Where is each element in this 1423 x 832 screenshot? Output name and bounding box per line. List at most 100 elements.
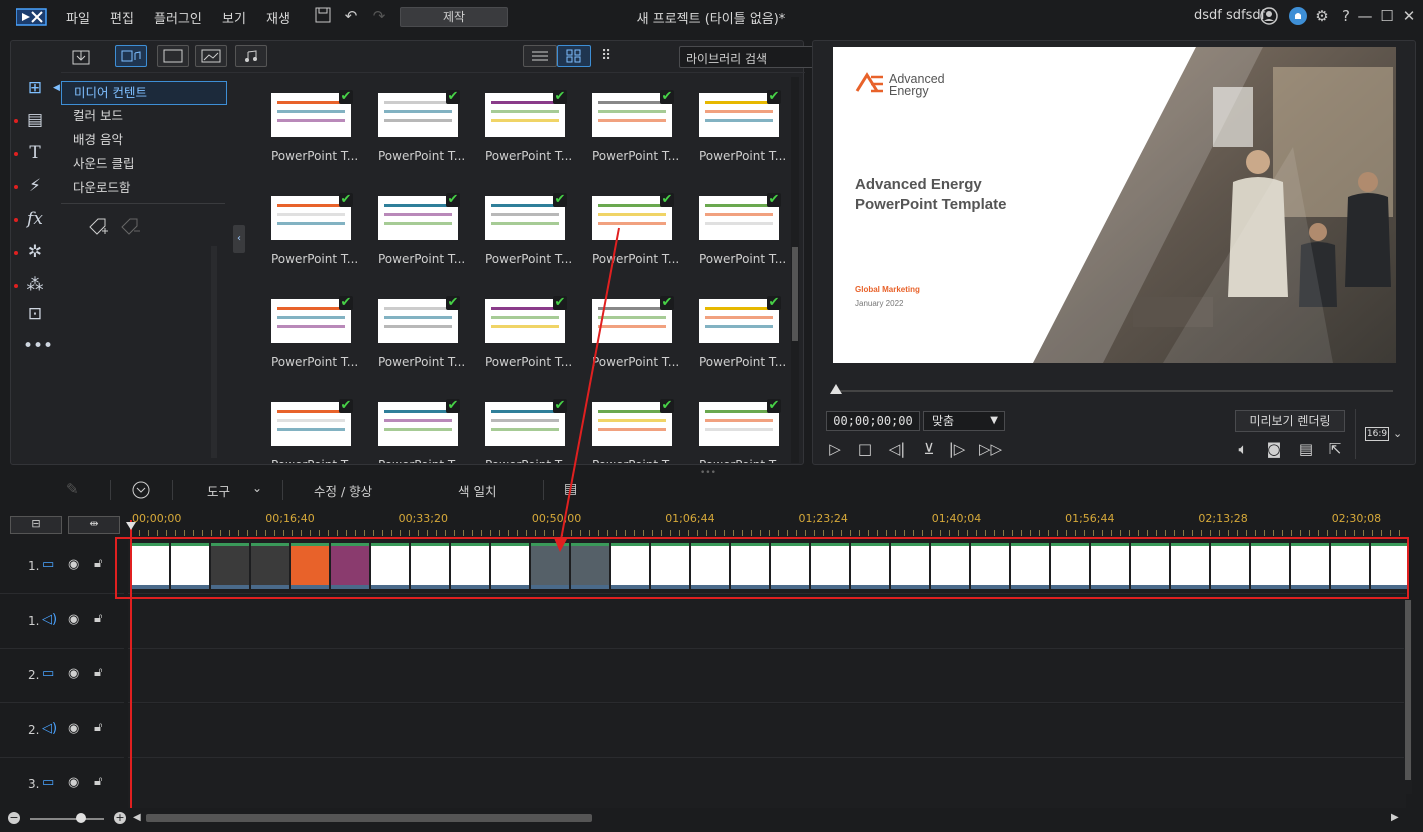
zoom-slider-handle[interactable] [76, 813, 86, 823]
zoom-in-icon[interactable]: + [114, 812, 126, 824]
seekbar-handle[interactable] [830, 384, 842, 394]
effect-room-icon[interactable]: fx [23, 208, 47, 230]
media-thumbnail[interactable]: ✔ [271, 399, 353, 446]
vertical-scroll-thumb[interactable] [1405, 600, 1411, 780]
media-thumbnail[interactable]: ✔ [592, 296, 674, 343]
media-thumbnail[interactable]: ✔ [271, 296, 353, 343]
zoom-fit-select[interactable]: 맞춤 ▼ [923, 411, 1005, 431]
next-frame-icon[interactable]: |▷ [947, 439, 967, 459]
split-icon[interactable]: ⊻ [919, 439, 939, 459]
list-view-icon[interactable] [523, 45, 557, 67]
media-thumbnail[interactable]: ✔ [592, 399, 674, 446]
volume-icon[interactable]: 🔈︎ [1233, 439, 1253, 459]
remove-tag-icon[interactable] [119, 215, 141, 241]
category-media-content[interactable]: 미디어 컨텐트 [61, 81, 227, 105]
undo-icon[interactable]: ↶ [342, 7, 360, 25]
playhead-handle[interactable] [126, 522, 136, 530]
media-thumbnail[interactable]: ✔ [699, 193, 781, 240]
subtitle-room-icon[interactable]: ⊡ [23, 303, 47, 325]
tab-image[interactable] [195, 45, 227, 67]
media-thumbnail[interactable]: ✔ [485, 193, 567, 240]
scroll-left-icon[interactable]: ◀ [133, 812, 141, 823]
stop-icon[interactable]: □ [855, 439, 875, 459]
lock-icon[interactable]: 🔓︎ [94, 774, 108, 789]
edit-icon[interactable]: ✎ [66, 480, 79, 498]
scroll-right-icon[interactable]: ▶ [1391, 812, 1399, 823]
visibility-icon[interactable]: ◉ [68, 612, 84, 627]
library-scrollbar[interactable] [791, 77, 799, 463]
track-manager-button[interactable]: ⊟ [10, 516, 62, 534]
lock-icon[interactable]: 🔓︎ [94, 665, 108, 680]
media-thumbnail[interactable]: ✔ [485, 90, 567, 137]
media-thumbnail[interactable]: ✔ [271, 193, 353, 240]
category-sound-clips[interactable]: 사운드 클립 [61, 153, 227, 177]
track-header[interactable]: 1. ◁) ◉ 🔓︎ [0, 595, 124, 649]
notification-icon[interactable] [1289, 7, 1307, 25]
menu-playback[interactable]: 재생 [266, 8, 290, 27]
visibility-icon[interactable]: ◉ [68, 666, 84, 681]
video-room-icon[interactable]: ▤ [23, 109, 47, 131]
title-room-icon[interactable]: T [23, 142, 47, 164]
timecode-display[interactable]: 00;00;00;00 [826, 411, 920, 431]
category-background-music[interactable]: 배경 음악 [61, 129, 227, 153]
maximize-icon[interactable]: ☐ [1378, 7, 1396, 25]
media-thumbnail[interactable]: ✔ [592, 90, 674, 137]
add-tag-icon[interactable] [87, 215, 109, 241]
video-track[interactable] [128, 758, 1406, 812]
settings-icon[interactable]: ⚙ [1313, 7, 1331, 25]
zoom-slider[interactable] [30, 818, 104, 820]
category-color-board[interactable]: 컬러 보드 [61, 105, 227, 129]
track-header[interactable]: 2. ▭ ◉ 🔓︎ [0, 649, 124, 703]
media-room-icon[interactable]: ⊞ [23, 77, 47, 99]
transition-room-icon[interactable]: ⚡ [23, 175, 47, 197]
tools-menu[interactable]: 도구 [207, 481, 230, 500]
previous-frame-icon[interactable]: ◁| [887, 439, 907, 459]
media-thumbnail[interactable]: ✔ [699, 296, 781, 343]
particle-room-icon[interactable]: ⁂ [23, 274, 47, 296]
expand-icon[interactable] [132, 481, 150, 503]
media-thumbnail[interactable]: ✔ [592, 193, 674, 240]
media-thumbnail[interactable]: ✔ [485, 296, 567, 343]
media-thumbnail[interactable]: ✔ [699, 90, 781, 137]
tab-media-all[interactable] [115, 45, 147, 67]
media-thumbnail[interactable]: ✔ [378, 90, 460, 137]
account-icon[interactable] [1260, 7, 1278, 25]
media-thumbnail[interactable]: ✔ [378, 193, 460, 240]
timeline-ruler[interactable]: 00;00;00 00;16;40 00;33;20 00;50;00 01;06;44… [130, 512, 1400, 536]
media-thumbnail[interactable]: ✔ [271, 90, 353, 137]
import-icon[interactable] [71, 47, 91, 67]
visibility-icon[interactable]: ◉ [68, 557, 84, 572]
library-scrollbar-thumb[interactable] [792, 247, 798, 341]
aspect-ratio-badge[interactable]: 16:9 [1365, 427, 1389, 441]
lock-icon[interactable]: 🔓︎ [94, 720, 108, 735]
category-downloads[interactable]: 다운로드함 [61, 177, 227, 201]
media-thumbnail[interactable]: ✔ [378, 296, 460, 343]
minimize-icon[interactable]: — [1356, 7, 1374, 25]
tab-video[interactable] [157, 45, 189, 67]
menu-view[interactable]: 보기 [222, 8, 246, 27]
menu-file[interactable]: 파일 [66, 8, 90, 27]
visibility-icon[interactable]: ◉ [68, 721, 84, 736]
lock-icon[interactable]: 🔓︎ [94, 556, 108, 571]
audio-track[interactable] [128, 594, 1406, 649]
media-thumbnail[interactable]: ✔ [699, 399, 781, 446]
help-icon[interactable]: ? [1337, 7, 1355, 25]
category-scrollbar[interactable] [211, 246, 217, 458]
audio-track[interactable] [128, 703, 1406, 758]
lock-icon[interactable]: 🔓︎ [94, 611, 108, 626]
timeline-vertical-scrollbar[interactable] [1404, 600, 1412, 794]
media-thumbnail[interactable]: ✔ [378, 399, 460, 446]
produce-button[interactable]: 제작 [400, 7, 508, 27]
preview-seekbar[interactable] [833, 390, 1393, 392]
subtitle-tool-icon[interactable]: ▤ [564, 481, 577, 497]
more-icon[interactable]: ••• [23, 335, 53, 357]
aspect-chevron-icon[interactable]: ⌄ [1393, 427, 1402, 440]
snapshot-icon[interactable]: ◙ [1264, 439, 1284, 459]
subtitle-icon[interactable]: ▤ [1296, 439, 1316, 459]
play-icon[interactable]: ▷ [825, 439, 845, 459]
tab-audio[interactable] [235, 45, 267, 67]
save-icon[interactable] [314, 7, 332, 25]
tools-chevron-icon[interactable]: ⌄ [252, 481, 262, 495]
close-icon[interactable]: ✕ [1400, 7, 1418, 25]
media-thumbnail[interactable]: ✔ [485, 399, 567, 446]
